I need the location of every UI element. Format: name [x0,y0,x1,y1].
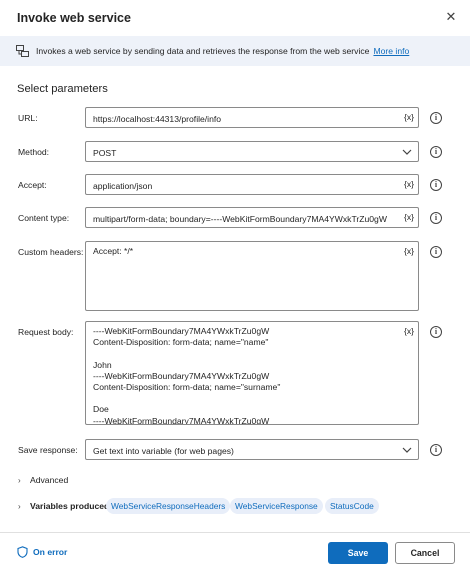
info-icon[interactable]: i [430,146,442,158]
on-error-label: On error [33,547,68,557]
more-info-link[interactable]: More info [373,46,409,56]
accept-label: Accept: [18,180,47,190]
section-title: Select parameters [17,83,108,95]
info-icon[interactable]: i [430,212,442,224]
request-body-label: Request body: [18,327,74,337]
accept-variable-button[interactable]: {x} [404,179,414,189]
info-icon[interactable]: i [430,246,442,258]
content-type-value: multipart/form-data; boundary=----WebKit… [93,214,387,224]
accept-value: application/json [93,181,153,191]
info-icon[interactable]: i [430,326,442,338]
url-input[interactable]: https://localhost:44313/profile/info {x} [85,107,419,128]
invoke-web-service-dialog: Invoke web service ✕ Invokes a web servi… [0,0,470,578]
content-type-input[interactable]: multipart/form-data; boundary=----WebKit… [85,207,419,228]
banner-text: Invokes a web service by sending data an… [36,46,370,56]
custom-headers-value: Accept: */* [93,246,134,256]
save-button[interactable]: Save [328,542,388,564]
custom-headers-variable-button[interactable]: {x} [404,246,414,256]
info-icon[interactable]: i [430,112,442,124]
request-body-variable-button[interactable]: {x} [404,326,414,336]
url-label: URL: [18,113,38,123]
method-label: Method: [18,147,50,157]
variables-produced-label: Variables produced [30,501,110,511]
accept-input[interactable]: application/json {x} [85,174,419,195]
shield-icon [17,546,28,558]
variable-chip[interactable]: StatusCode [325,498,379,514]
variables-produced-expander[interactable]: › Variables produced [18,501,109,511]
method-select[interactable]: POST [85,141,419,162]
content-type-variable-button[interactable]: {x} [403,212,414,222]
variable-chip[interactable]: WebServiceResponseHeaders [106,498,231,514]
chevron-right-icon: › [18,501,21,511]
save-response-label: Save response: [18,445,78,455]
on-error-button[interactable]: On error [17,546,67,558]
chevron-down-icon [402,447,412,453]
close-icon[interactable]: ✕ [444,10,458,24]
advanced-expander[interactable]: › Advanced [18,475,68,485]
chevron-right-icon: › [18,475,21,485]
custom-headers-label: Custom headers: [18,247,84,257]
content-type-label: Content type: [18,213,70,223]
request-body-value: ----WebKitFormBoundary7MA4YWxkTrZu0gW Co… [93,326,281,425]
advanced-label: Advanced [30,475,69,485]
save-response-value: Get text into variable (for web pages) [93,446,234,456]
custom-headers-input[interactable]: Accept: */* {x} [85,241,419,311]
invoke-web-service-icon [16,45,29,57]
cancel-button[interactable]: Cancel [395,542,455,564]
method-value: POST [93,148,117,158]
request-body-input[interactable]: ----WebKitFormBoundary7MA4YWxkTrZu0gW Co… [85,321,419,425]
footer-divider [0,532,470,533]
save-response-select[interactable]: Get text into variable (for web pages) [85,439,419,460]
url-variable-button[interactable]: {x} [404,112,414,122]
variable-chip[interactable]: WebServiceResponse [230,498,323,514]
chevron-down-icon [402,149,412,155]
info-icon[interactable]: i [430,179,442,191]
info-icon[interactable]: i [430,444,442,456]
url-value: https://localhost:44313/profile/info [93,114,222,124]
info-banner: Invokes a web service by sending data an… [0,36,470,66]
dialog-title: Invoke web service [17,11,131,25]
